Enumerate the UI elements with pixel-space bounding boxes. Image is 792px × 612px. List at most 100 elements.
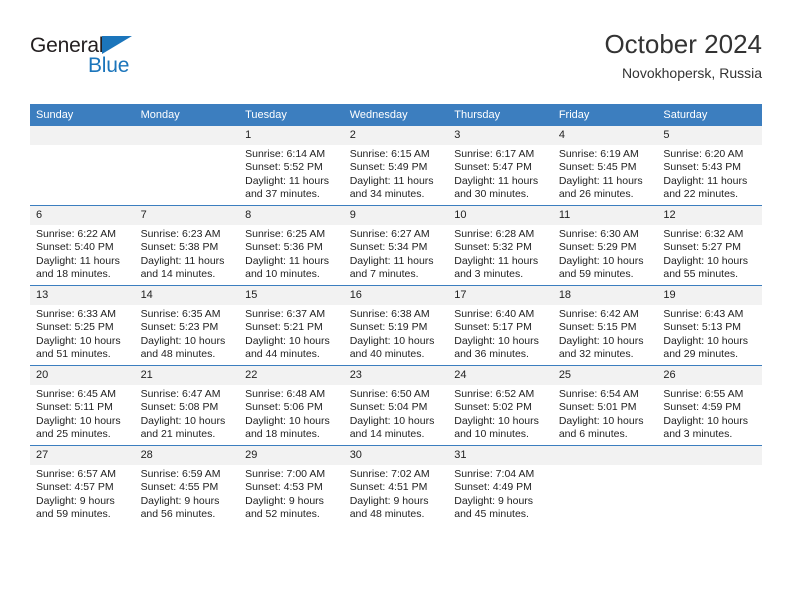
calendar-day-cell[interactable]: 12 Sunrise: 6:32 AM Sunset: 5:27 PM Dayligh… <box>657 205 762 286</box>
sunset-time: Sunset: 5:19 PM <box>349 321 428 334</box>
calendar-day-cell[interactable]: 17 Sunrise: 6:40 AM Sunset: 5:17 PM Dayligh… <box>448 285 553 366</box>
sun-info: Sunrise: 6:59 AM Sunset: 4:55 PM Daylight:… <box>135 465 240 521</box>
calendar-day-cell[interactable]: 30 Sunrise: 7:02 AM Sunset: 4:51 PM Dayligh… <box>343 445 449 525</box>
daylight-duration-line2: and 18 minutes. <box>36 267 111 280</box>
sunset-time: Sunset: 5:21 PM <box>245 321 323 334</box>
day-number: 23 <box>343 366 449 385</box>
sunset-time: Sunset: 5:32 PM <box>454 241 532 254</box>
calendar-day-cell[interactable]: 11 Sunrise: 6:30 AM Sunset: 5:29 PM Dayligh… <box>552 205 658 286</box>
calendar-day-cell[interactable]: 31 Sunrise: 7:04 AM Sunset: 4:49 PM Dayligh… <box>448 445 553 525</box>
sunrise-time: Sunrise: 6:17 AM <box>454 148 535 160</box>
daylight-duration-line1: Daylight: 10 hours <box>454 334 539 347</box>
calendar-day-cell[interactable]: 24 Sunrise: 6:52 AM Sunset: 5:02 PM Dayligh… <box>448 365 553 446</box>
daylight-duration-line2: and 59 minutes. <box>558 267 634 280</box>
day-number: 3 <box>448 126 553 145</box>
daylight-duration-line2: and 34 minutes. <box>349 187 425 200</box>
day-cell-inner: 28 Sunrise: 6:59 AM Sunset: 4:55 PM Dayligh… <box>134 446 240 525</box>
page-title: October 2024 <box>604 29 762 59</box>
calendar-header-row: Sunday Monday Tuesday Wednesday Thursday Frid… <box>30 104 762 126</box>
weekday-header-monday: Monday <box>134 104 240 126</box>
day-number: 24 <box>448 366 553 385</box>
daylight-duration-line1: Daylight: 10 hours <box>663 334 749 347</box>
calendar-day-cell[interactable]: 10 Sunrise: 6:28 AM Sunset: 5:32 PM Dayligh… <box>448 205 553 286</box>
sunrise-time: Sunrise: 6:54 AM <box>558 388 639 400</box>
calendar-day-cell[interactable]: 16 Sunrise: 6:38 AM Sunset: 5:19 PM Dayligh… <box>343 285 449 366</box>
daylight-duration-line2: and 48 minutes. <box>140 347 216 360</box>
sunrise-time: Sunrise: 6:35 AM <box>140 308 221 320</box>
sunrise-time: Sunrise: 6:52 AM <box>454 388 535 400</box>
day-number: 5 <box>657 126 762 145</box>
calendar-cell-empty <box>657 445 762 525</box>
daylight-duration-line2: and 45 minutes. <box>454 507 529 520</box>
day-number: 4 <box>552 126 658 145</box>
day-number: 29 <box>239 446 344 465</box>
sunset-time: Sunset: 4:55 PM <box>140 481 219 494</box>
calendar-day-cell[interactable]: 28 Sunrise: 6:59 AM Sunset: 4:55 PM Dayligh… <box>134 445 240 525</box>
page-subtitle: Novokhopersk, Russia <box>621 65 762 81</box>
daylight-duration-line2: and 59 minutes. <box>36 507 111 520</box>
calendar-day-cell[interactable]: 15 Sunrise: 6:37 AM Sunset: 5:21 PM Dayligh… <box>239 285 344 366</box>
calendar-day-cell[interactable]: 1 Sunrise: 6:14 AM Sunset: 5:52 PM Daylight… <box>239 126 344 206</box>
calendar-day-cell[interactable]: 19 Sunrise: 6:43 AM Sunset: 5:13 PM Dayligh… <box>657 285 762 366</box>
calendar-day-cell[interactable]: 8 Sunrise: 6:25 AM Sunset: 5:36 PM Daylight… <box>239 205 344 286</box>
day-number: 28 <box>134 446 240 465</box>
calendar-day-cell[interactable]: 14 Sunrise: 6:35 AM Sunset: 5:23 PM Dayligh… <box>134 285 240 366</box>
calendar-day-cell[interactable]: 9 Sunrise: 6:27 AM Sunset: 5:34 PM Daylight… <box>343 205 449 286</box>
day-number: 19 <box>657 286 762 305</box>
day-cell-inner: 4 Sunrise: 6:19 AM Sunset: 5:45 PM Daylight… <box>552 126 658 205</box>
calendar-day-cell[interactable]: 7 Sunrise: 6:23 AM Sunset: 5:38 PM Daylight… <box>134 205 240 286</box>
sunrise-time: Sunrise: 6:33 AM <box>36 308 116 320</box>
sunrise-time: Sunrise: 6:28 AM <box>454 228 535 240</box>
sunrise-time: Sunrise: 6:50 AM <box>349 388 430 400</box>
page-header: General Blue October 2024 Novokhopersk, … <box>30 28 762 94</box>
daylight-duration-line2: and 26 minutes. <box>558 187 634 200</box>
calendar-day-cell[interactable]: 13 Sunrise: 6:33 AM Sunset: 5:25 PM Dayligh… <box>30 285 135 366</box>
daylight-duration-line2: and 29 minutes. <box>663 347 739 360</box>
sunset-time: Sunset: 5:38 PM <box>140 241 219 254</box>
calendar-day-cell[interactable]: 21 Sunrise: 6:47 AM Sunset: 5:08 PM Dayligh… <box>134 365 240 446</box>
daylight-duration-line2: and 37 minutes. <box>245 187 320 200</box>
calendar-week-row: 20 Sunrise: 6:45 AM Sunset: 5:11 PM Dayligh… <box>30 365 762 446</box>
daylight-duration-line1: Daylight: 11 hours <box>36 254 120 267</box>
weekday-header-saturday: Saturday <box>657 104 762 126</box>
calendar-day-cell[interactable]: 26 Sunrise: 6:55 AM Sunset: 4:59 PM Dayligh… <box>657 365 762 446</box>
sunrise-time: Sunrise: 6:55 AM <box>663 388 744 400</box>
calendar-day-cell[interactable]: 3 Sunrise: 6:17 AM Sunset: 5:47 PM Daylight… <box>448 126 553 206</box>
day-number: 26 <box>657 366 762 385</box>
calendar-day-cell[interactable]: 6 Sunrise: 6:22 AM Sunset: 5:40 PM Daylight… <box>30 205 135 286</box>
daylight-duration-line2: and 40 minutes. <box>349 347 425 360</box>
daylight-duration-line1: Daylight: 11 hours <box>245 174 329 187</box>
sun-info: Sunrise: 6:35 AM Sunset: 5:23 PM Daylight:… <box>135 305 240 361</box>
sunrise-time: Sunrise: 6:43 AM <box>663 308 744 320</box>
day-number <box>30 126 135 145</box>
calendar-day-cell[interactable]: 27 Sunrise: 6:57 AM Sunset: 4:57 PM Dayligh… <box>30 445 135 525</box>
weekday-header-sunday: Sunday <box>30 104 135 126</box>
calendar-day-cell[interactable]: 4 Sunrise: 6:19 AM Sunset: 5:45 PM Daylight… <box>552 126 658 206</box>
sun-info: Sunrise: 6:14 AM Sunset: 5:52 PM Daylight:… <box>239 145 344 201</box>
sun-info: Sunrise: 6:38 AM Sunset: 5:19 PM Daylight:… <box>344 305 449 361</box>
sunrise-time: Sunrise: 6:59 AM <box>140 468 221 480</box>
daylight-duration-line1: Daylight: 11 hours <box>454 254 539 267</box>
calendar-day-cell[interactable]: 25 Sunrise: 6:54 AM Sunset: 5:01 PM Dayligh… <box>552 365 658 446</box>
day-cell-inner <box>657 446 762 525</box>
daylight-duration-line1: Daylight: 11 hours <box>140 254 225 267</box>
calendar-day-cell[interactable]: 5 Sunrise: 6:20 AM Sunset: 5:43 PM Daylight… <box>657 126 762 206</box>
sun-info: Sunrise: 6:52 AM Sunset: 5:02 PM Daylight:… <box>448 385 553 441</box>
calendar-day-cell[interactable]: 2 Sunrise: 6:15 AM Sunset: 5:49 PM Daylight… <box>343 126 449 206</box>
sun-info: Sunrise: 6:48 AM Sunset: 5:06 PM Daylight:… <box>239 385 344 441</box>
daylight-duration-line2: and 48 minutes. <box>349 507 425 520</box>
sunrise-time: Sunrise: 7:04 AM <box>454 468 535 480</box>
calendar-day-cell[interactable]: 20 Sunrise: 6:45 AM Sunset: 5:11 PM Dayligh… <box>30 365 135 446</box>
calendar-day-cell[interactable]: 22 Sunrise: 6:48 AM Sunset: 5:06 PM Dayligh… <box>239 365 344 446</box>
day-number <box>134 126 240 145</box>
sunrise-time: Sunrise: 6:30 AM <box>558 228 639 240</box>
sunrise-time: Sunrise: 6:23 AM <box>140 228 221 240</box>
daylight-duration-line1: Daylight: 10 hours <box>349 334 435 347</box>
daylight-duration-line1: Daylight: 11 hours <box>454 174 539 187</box>
calendar-day-cell[interactable]: 29 Sunrise: 7:00 AM Sunset: 4:53 PM Dayligh… <box>239 445 344 525</box>
calendar-day-cell[interactable]: 23 Sunrise: 6:50 AM Sunset: 5:04 PM Dayligh… <box>343 365 449 446</box>
daylight-duration-line1: Daylight: 11 hours <box>663 174 748 187</box>
calendar-day-cell[interactable]: 18 Sunrise: 6:42 AM Sunset: 5:15 PM Dayligh… <box>552 285 658 366</box>
day-number: 6 <box>30 206 135 225</box>
sun-info: Sunrise: 6:45 AM Sunset: 5:11 PM Daylight:… <box>30 385 135 441</box>
